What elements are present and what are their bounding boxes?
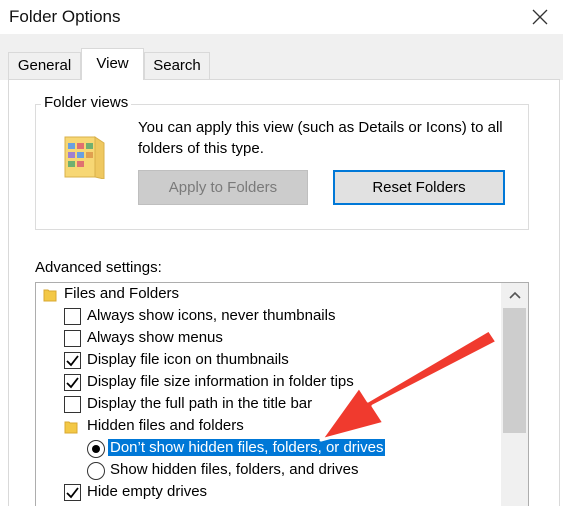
apply-to-folders-button[interactable]: Apply to Folders — [138, 170, 308, 205]
checkbox-always-show-icons[interactable] — [64, 308, 81, 325]
label-display-file-icon: Display file icon on thumbnails — [87, 351, 289, 368]
folder-icon — [43, 289, 57, 302]
title-bar: Folder Options — [0, 0, 563, 34]
advanced-settings-label: Advanced settings: — [35, 259, 162, 276]
advanced-settings-list[interactable]: Files and Folders Always show icons, nev… — [35, 282, 529, 506]
window-title: Folder Options — [9, 7, 121, 26]
close-icon — [532, 9, 548, 25]
checkbox-always-show-menus[interactable] — [64, 330, 81, 347]
scrollbar[interactable] — [501, 283, 528, 506]
checkbox-hide-empty-drives[interactable] — [64, 484, 81, 501]
folder-views-icon — [64, 136, 105, 179]
folder-icon — [64, 421, 78, 434]
checkbox-display-full-path[interactable] — [64, 396, 81, 413]
label-always-show-menus: Always show menus — [87, 329, 223, 346]
tab-search[interactable]: Search — [144, 52, 210, 79]
tree-item-files-and-folders: Files and Folders — [64, 285, 180, 302]
checkmark-icon — [66, 355, 79, 367]
checkbox-display-file-icon[interactable] — [64, 352, 81, 369]
tree-item-hidden-files: Hidden files and folders — [87, 417, 244, 434]
label-show-hidden: Show hidden files, folders, and drives — [110, 461, 359, 478]
radio-dont-show-hidden[interactable] — [87, 440, 105, 458]
checkmark-icon — [66, 487, 79, 499]
tab-general[interactable]: General — [8, 52, 81, 79]
checkmark-icon — [66, 377, 79, 389]
label-display-file-size: Display file size information in folder … — [87, 373, 354, 390]
scroll-up-button[interactable] — [501, 283, 528, 307]
label-display-full-path: Display the full path in the title bar — [87, 395, 313, 412]
selected-label-dont-show-hidden: Don’t show hidden files, folders, or dri… — [108, 439, 386, 456]
folder-views-description: You can apply this view (such as Details… — [138, 119, 503, 157]
scroll-up-arrow-icon — [508, 291, 521, 299]
reset-folders-button[interactable]: Reset Folders — [333, 170, 505, 205]
checkbox-display-file-size[interactable] — [64, 374, 81, 391]
close-button[interactable] — [517, 0, 563, 34]
radio-show-hidden[interactable] — [87, 462, 105, 480]
label-hide-empty-drives: Hide empty drives — [87, 483, 208, 500]
folder-views-label: Folder views — [41, 94, 132, 111]
label-dont-show-hidden: Don’t show hidden files, folders, or dri… — [108, 437, 386, 459]
label-always-show-icons: Always show icons, never thumbnails — [87, 307, 336, 324]
tab-view[interactable]: View — [81, 48, 144, 80]
scroll-thumb[interactable] — [503, 308, 526, 433]
